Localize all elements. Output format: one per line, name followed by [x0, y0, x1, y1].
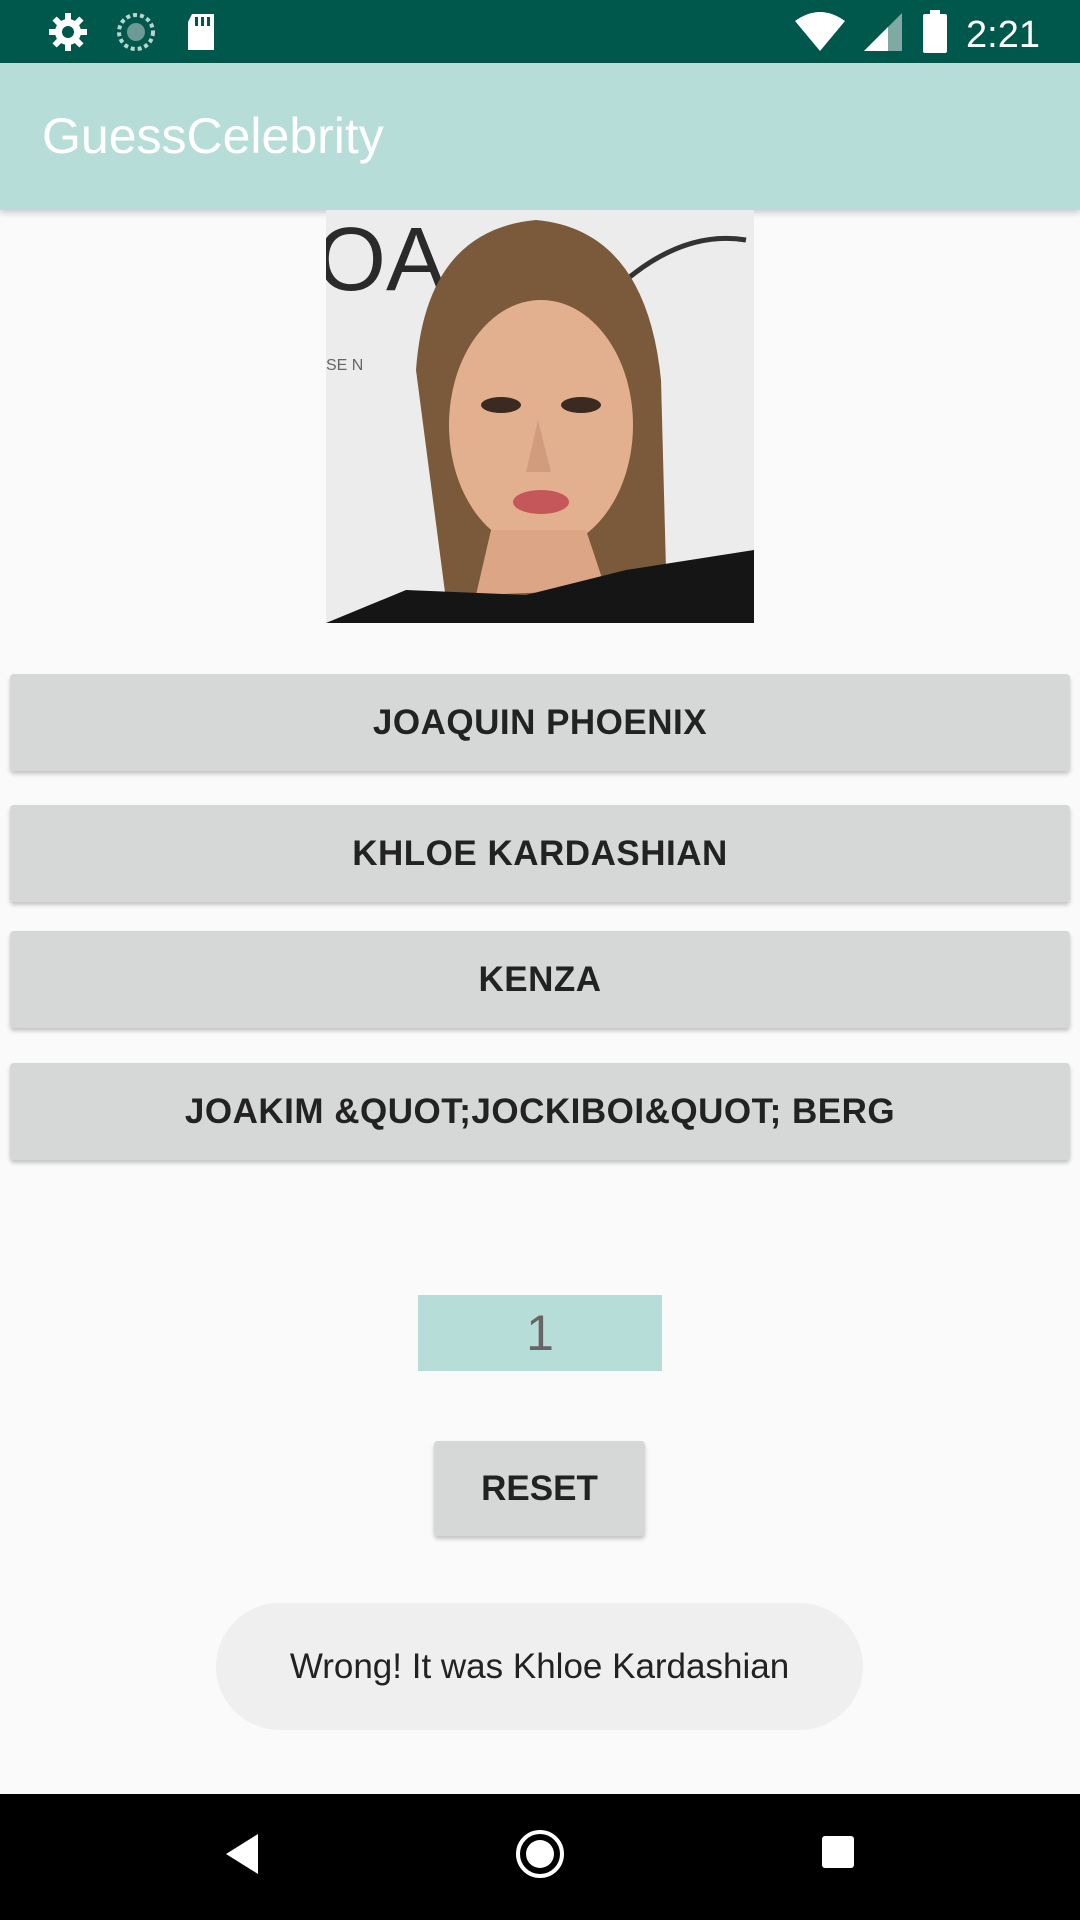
app-title: GuessCelebrity [42, 108, 384, 164]
battery-icon [922, 10, 948, 59]
status-bar: 2:21 [0, 0, 1080, 63]
reset-button[interactable]: RESET [434, 1441, 645, 1536]
celebrity-image: OA SE N [326, 210, 754, 623]
sd-card-icon [184, 12, 218, 57]
score-display: 1 [418, 1295, 662, 1371]
gear-icon [48, 12, 88, 57]
app-bar: GuessCelebrity [0, 63, 1080, 210]
svg-text:SE N: SE N [326, 357, 363, 374]
answer-button-1[interactable]: JOAQUIN PHOENIX [10, 674, 1070, 771]
home-icon[interactable] [514, 1828, 566, 1885]
nav-bar [0, 1794, 1080, 1920]
answer-button-2[interactable]: KHLOE KARDASHIAN [10, 805, 1070, 902]
signal-icon [864, 11, 904, 58]
answer-button-4[interactable]: JOAKIM &QUOT;JOCKIBOI&QUOT; BERG [10, 1063, 1070, 1160]
svg-text:OA: OA [326, 210, 446, 310]
back-icon[interactable] [222, 1830, 262, 1883]
toast-message: Wrong! It was Khloe Kardashian [216, 1603, 863, 1730]
sync-icon [116, 12, 156, 57]
answer-button-3[interactable]: KENZA [10, 931, 1070, 1028]
recents-icon[interactable] [820, 1834, 856, 1875]
wifi-icon [794, 11, 846, 58]
status-time: 2:21 [966, 13, 1040, 56]
